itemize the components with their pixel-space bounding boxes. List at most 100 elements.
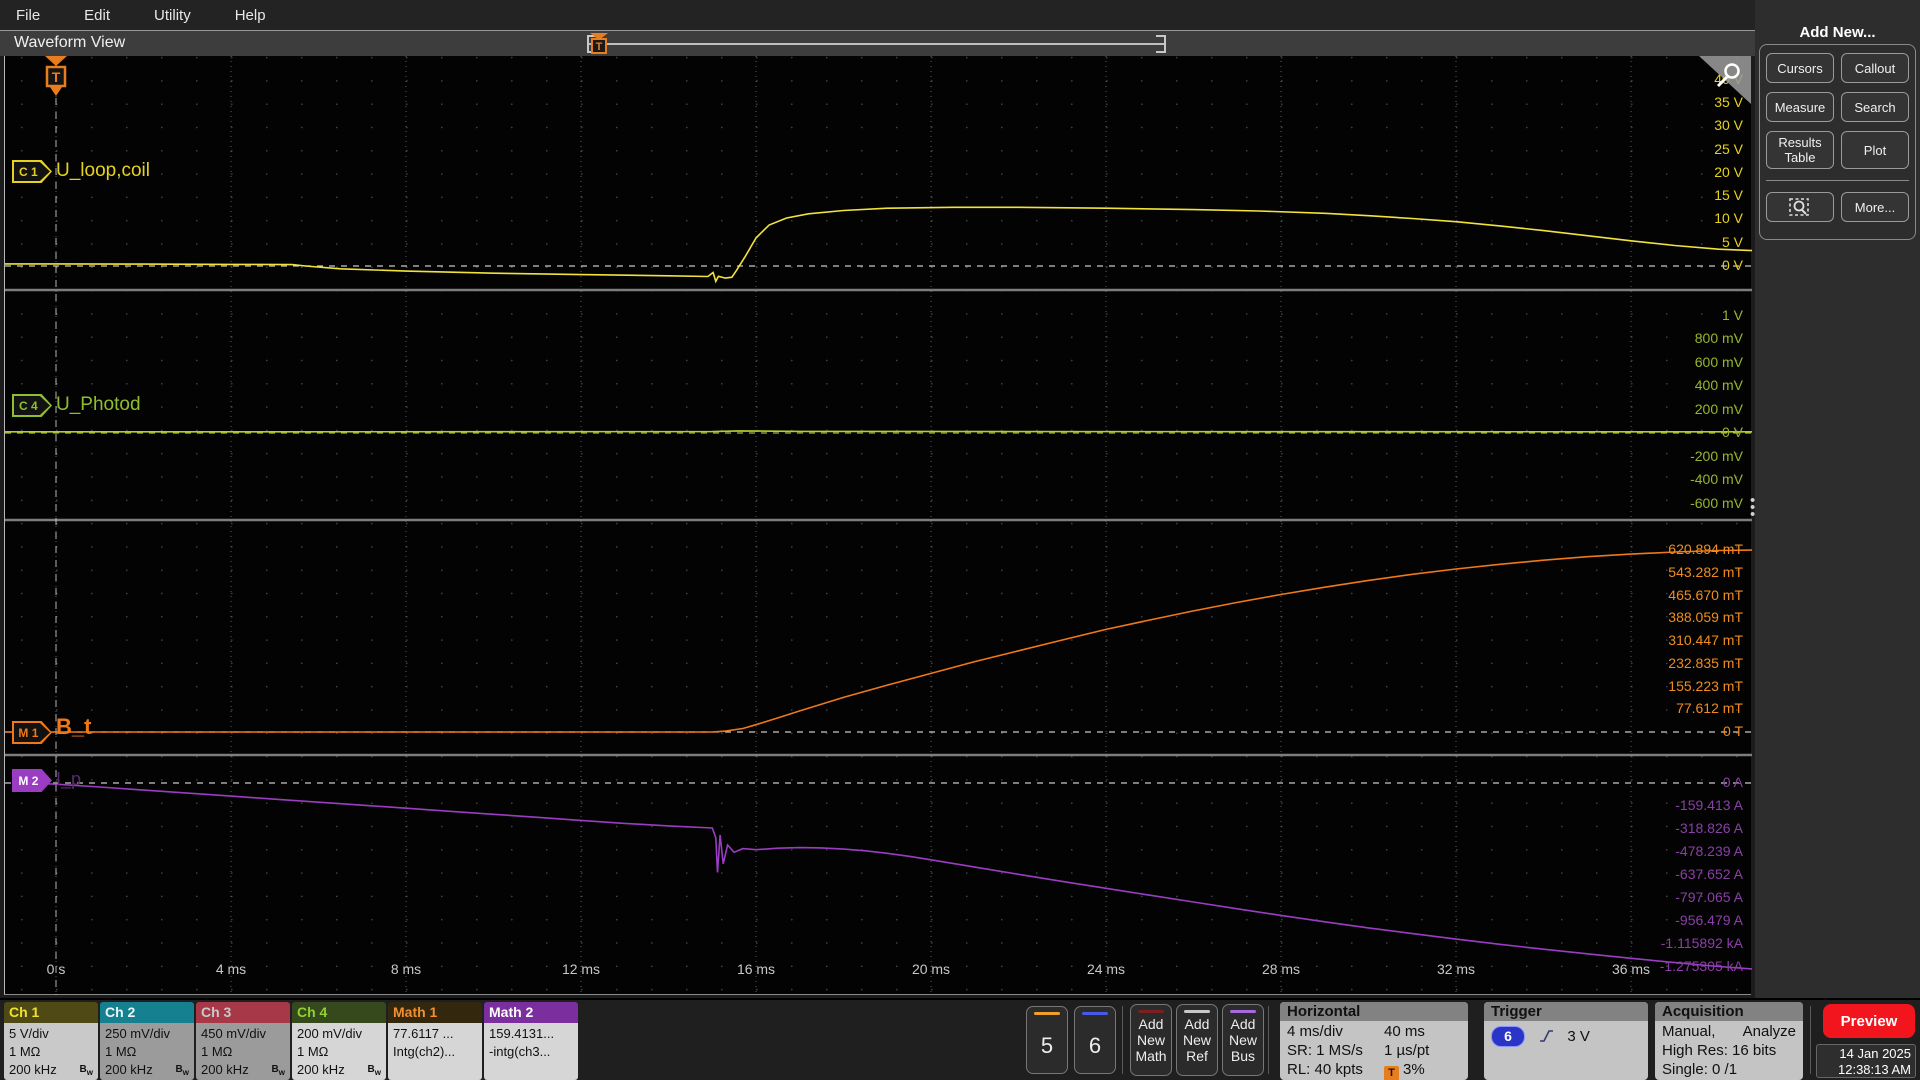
acquisition-resolution: High Res: 16 bits: [1662, 1042, 1777, 1059]
channel-name: Ch 1: [4, 1002, 98, 1023]
channel-settings-ch3[interactable]: Ch 3 450 mV/div 1 MΩ 200 kHz Bw: [196, 1002, 290, 1080]
waveform-button-5[interactable]: 5: [1026, 1006, 1068, 1074]
horizontal-record-length: RL: 40 kpts: [1287, 1061, 1363, 1078]
more-button[interactable]: More...: [1841, 192, 1909, 222]
time-text: 12:38:13 AM: [1838, 1062, 1911, 1077]
trigger-time-flag[interactable]: T: [41, 56, 71, 100]
waveform-view-header: Waveform View T: [0, 30, 1755, 56]
waveform-canvas: [5, 56, 1752, 995]
channel-settings-ch1[interactable]: Ch 1 5 V/div 1 MΩ 200 kHz Bw: [4, 1002, 98, 1080]
waveform-button-6[interactable]: 6: [1074, 1006, 1116, 1074]
bandwidth-limit-icon: Bw: [367, 1064, 381, 1077]
channel-badge-c4[interactable]: C 4: [12, 394, 52, 417]
badge-id: C 4: [19, 398, 38, 413]
time-tick-label: 36 ms: [1611, 961, 1651, 977]
channel-setting-text: 250 mV/div: [105, 1026, 171, 1041]
search-button[interactable]: Search: [1841, 92, 1909, 122]
channel-setting-text: Intg(ch2)...: [393, 1044, 456, 1059]
preview-button[interactable]: Preview: [1823, 1004, 1915, 1038]
color-stripe: [1230, 1010, 1256, 1013]
menu-item-help[interactable]: Help: [235, 7, 266, 24]
axis-tick-label: -1.115892 kA: [1660, 935, 1743, 951]
axis-tick-label: 0 V: [1721, 257, 1743, 273]
oscilloscope-app: FileEditUtilityHelp Tektronix Waveform V…: [0, 0, 1920, 1080]
waveform-plot[interactable]: T 40 V35 V30 V25 V20 V15 V10 V5 V0 V1 V8…: [4, 56, 1752, 995]
axis-tick-label: 200 mV: [1694, 400, 1743, 417]
results-table-button[interactable]: Results Table: [1766, 131, 1834, 169]
right-sidebar: Add New... Cursors Callout Measure Searc…: [1755, 0, 1920, 998]
axis-tick-label: 232.835 mT: [1668, 654, 1743, 671]
acquisition-panel[interactable]: Acquisition Manual, Analyze High Res: 16 …: [1655, 1002, 1803, 1080]
channel-label-c1: U_loop,coil: [56, 160, 150, 181]
trigger-panel[interactable]: Trigger 6 3 V: [1484, 1002, 1648, 1080]
axis-tick-label: -318.826 A: [1675, 820, 1743, 836]
channel-setting-text: 77.6117 ...: [393, 1026, 454, 1041]
acquisition-title: Acquisition: [1655, 1002, 1803, 1021]
axis-tick-label: 155.223 mT: [1668, 677, 1743, 694]
channel-settings-ch4[interactable]: Ch 4 200 mV/div 1 MΩ 200 kHz Bw: [292, 1002, 386, 1080]
channel-badge-c1[interactable]: C 1: [12, 160, 52, 183]
menu-item-file[interactable]: File: [16, 7, 40, 24]
callout-button[interactable]: Callout: [1841, 53, 1909, 83]
badge-id: C 1: [19, 164, 38, 179]
axis-tick-label: 5 V: [1721, 233, 1743, 250]
trigger-t-icon: T: [1384, 1066, 1399, 1080]
horizontal-panel[interactable]: Horizontal 4 ms/div 40 ms SR: 1 MS/s 1 µs/…: [1280, 1002, 1468, 1080]
trigger-title: Trigger: [1484, 1002, 1648, 1021]
channel-setting-text: 5 V/div: [9, 1026, 49, 1041]
axis-tick-label: 0 A: [1722, 774, 1743, 790]
add-new-bus-button[interactable]: Add New Bus: [1222, 1004, 1264, 1076]
axis-tick-label: 388.059 mT: [1668, 609, 1743, 626]
tab-waveform-view[interactable]: Waveform View: [14, 34, 125, 52]
channel-setting-text: 1 MΩ: [9, 1044, 41, 1059]
menu-item-utility[interactable]: Utility: [154, 7, 191, 24]
time-tick-label: 28 ms: [1261, 961, 1301, 977]
channel-setting-text: 1 MΩ: [297, 1044, 329, 1059]
acquisition-analyze: Analyze: [1742, 1023, 1796, 1040]
channel-name: Ch 4: [292, 1002, 386, 1023]
time-tick-label: 8 ms: [390, 961, 422, 977]
axis-tick-label: 10 V: [1714, 210, 1743, 227]
bottom-settings-bar: Ch 1 5 V/div 1 MΩ 200 kHz Bw Ch 2 250 mV/div 1 …: [0, 998, 1920, 1080]
horizontal-position-bar[interactable]: T: [585, 33, 1168, 55]
trigger-marker-t: T: [596, 41, 603, 53]
divider: [1810, 1006, 1811, 1074]
channel-settings-math1[interactable]: Math 1 77.6117 ... Intg(ch2)...: [388, 1002, 482, 1080]
channel-settings-ch2[interactable]: Ch 2 250 mV/div 1 MΩ 200 kHz Bw: [100, 1002, 194, 1080]
add-button-label: Add New Math: [1135, 1016, 1167, 1064]
datetime-display: 14 Jan 2025 12:38:13 AM: [1816, 1044, 1916, 1078]
color-stripe: [1034, 1012, 1060, 1015]
badge-id: M 2: [18, 773, 39, 788]
channel-label-c4: U_Photod: [56, 394, 141, 415]
time-tick-label: 32 ms: [1436, 961, 1476, 977]
axis-tick-label: -478.239 A: [1675, 843, 1743, 859]
channel-badge-m2[interactable]: M 2: [12, 769, 52, 792]
axis-tick-label: 465.670 mT: [1668, 586, 1743, 603]
menu-item-edit[interactable]: Edit: [84, 7, 110, 24]
axis-tick-label: 20 V: [1714, 163, 1743, 180]
axis-tick-label: 25 V: [1714, 140, 1743, 157]
channel-setting-text: 450 mV/div: [201, 1026, 267, 1041]
axis-tick-label: -159.413 A: [1675, 797, 1743, 813]
cursors-button[interactable]: Cursors: [1766, 53, 1834, 83]
measure-button[interactable]: Measure: [1766, 92, 1834, 122]
zoom-select-button[interactable]: [1766, 192, 1834, 222]
axis-tick-label: -797.065 A: [1675, 889, 1743, 905]
dot-grid: [5, 56, 1752, 995]
add-new-math-button[interactable]: Add New Math: [1130, 1004, 1172, 1076]
badge-id: M 1: [18, 725, 39, 740]
panel-splitter-handle[interactable]: • • •: [1750, 493, 1755, 522]
zoom-corner-button[interactable]: [1697, 56, 1751, 104]
plot-button[interactable]: Plot: [1841, 131, 1909, 169]
add-new-ref-button[interactable]: Add New Ref: [1176, 1004, 1218, 1076]
channel-setting-text: 1 MΩ: [105, 1044, 137, 1059]
add-button-label: Add New Bus: [1228, 1016, 1257, 1064]
time-tick-label: 24 ms: [1086, 961, 1126, 977]
horizontal-scale: 4 ms/div: [1287, 1023, 1343, 1040]
channel-setting-text: 159.4131...: [489, 1026, 555, 1041]
horizontal-window: 40 ms: [1384, 1023, 1425, 1040]
axis-tick-label: 543.282 mT: [1668, 563, 1743, 580]
channel-setting-text: 200 mV/div: [297, 1026, 363, 1041]
channel-badge-m1[interactable]: M 1: [12, 721, 52, 744]
channel-settings-math2[interactable]: Math 2 159.4131... -intg(ch3...: [484, 1002, 578, 1080]
